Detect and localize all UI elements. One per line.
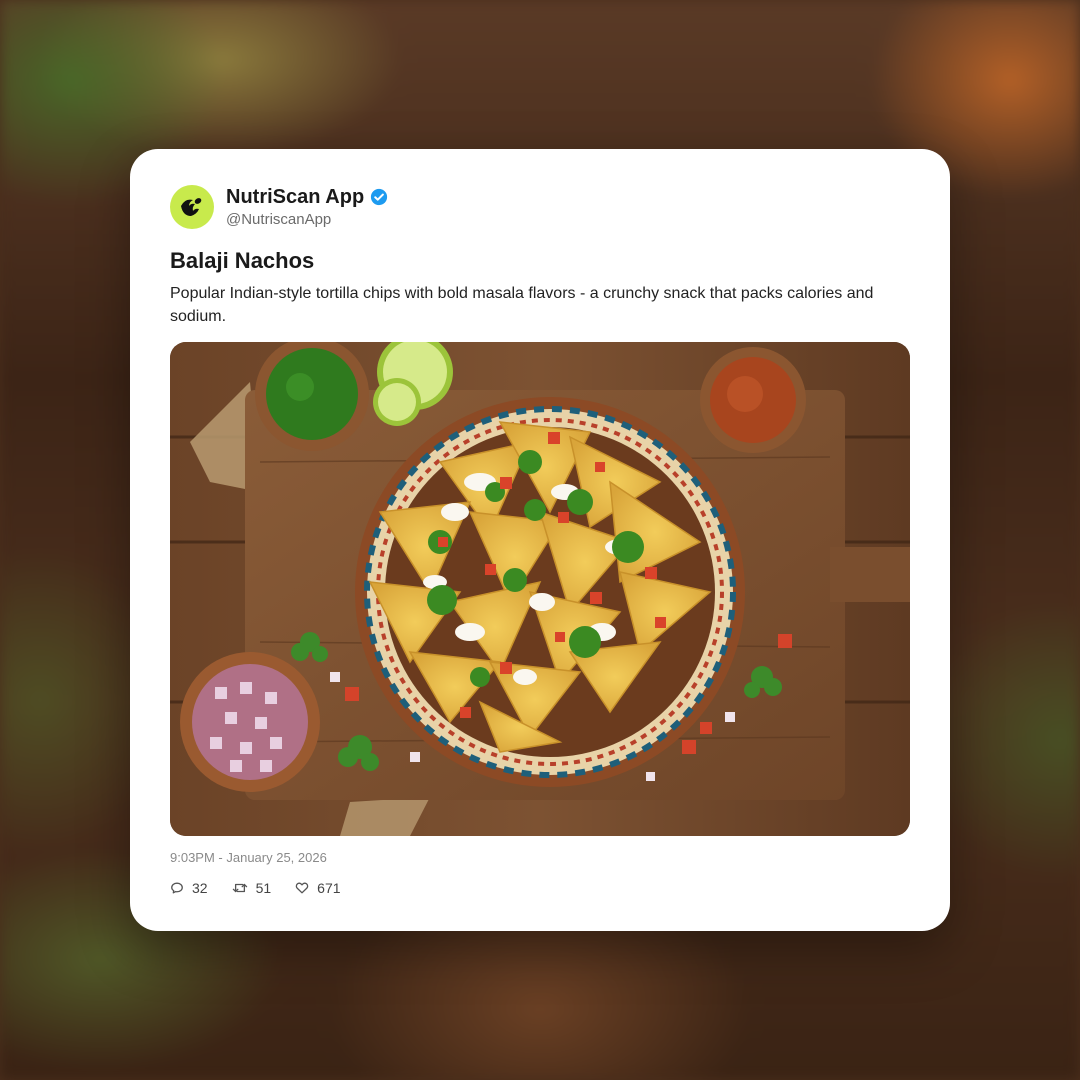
post-description: Popular Indian-style tortilla chips with… bbox=[170, 285, 874, 325]
post-actions: 32 51 671 bbox=[170, 880, 365, 896]
like-count: 671 bbox=[317, 880, 341, 896]
heart-icon bbox=[295, 882, 309, 894]
avatar[interactable] bbox=[170, 185, 214, 229]
post-timestamp: 9:03PM - January 25, 2026 bbox=[170, 850, 327, 865]
repost-button[interactable]: 51 bbox=[232, 880, 272, 896]
reply-count: 32 bbox=[192, 880, 208, 896]
reply-icon bbox=[171, 882, 183, 894]
like-button[interactable]: 671 bbox=[295, 880, 341, 896]
repost-icon bbox=[232, 883, 247, 893]
post-header: NutriScan App @NutriscanApp bbox=[170, 185, 388, 229]
display-name[interactable]: NutriScan App bbox=[226, 185, 364, 209]
nutriscan-logo-icon bbox=[181, 198, 202, 216]
nachos-photo[interactable] bbox=[170, 342, 910, 836]
post-card: NutriScan App @NutriscanApp Balaji Nacho… bbox=[130, 149, 950, 931]
handle[interactable]: @NutriscanApp bbox=[226, 210, 388, 230]
post-title: Balaji Nachos bbox=[170, 248, 315, 273]
repost-count: 51 bbox=[255, 880, 272, 896]
reply-button[interactable]: 32 bbox=[170, 880, 208, 896]
nachos-illustration bbox=[170, 342, 910, 836]
verified-badge-icon bbox=[371, 188, 388, 205]
